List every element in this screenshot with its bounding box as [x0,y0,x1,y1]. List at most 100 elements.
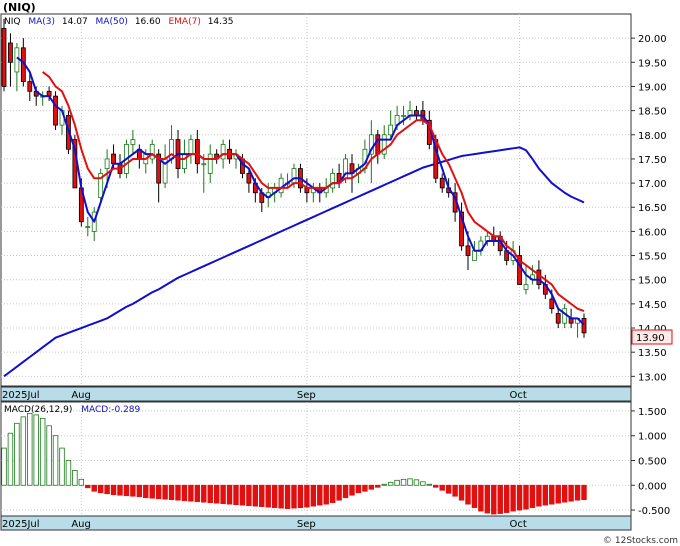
price-legend: NIQ MA(3) 14.07 MA(50) 16.60 EMA(7) 14.3… [4,17,233,27]
candle-up [330,173,336,189]
macd-y-tick-label: 1.000 [638,432,667,443]
candle-up [182,153,187,169]
legend-ema7-label: EMA(7) [168,17,200,27]
candle-up [188,139,194,155]
price-y-tick-label: 13.50 [638,348,667,359]
macd-bar-positive [52,435,59,486]
macd-y-axis: 1.500 1.000 0.500 0.000 -0.500 [631,407,670,517]
symbol-title: (NIQ) [3,1,36,14]
candle-down [549,298,555,310]
macd-bar-negative [110,484,117,496]
macd-bar-negative [194,484,201,503]
price-x-tick-label: Aug [71,390,91,401]
candle-down [1,28,7,87]
macd-bar-negative [213,484,220,504]
macd-bar-negative [136,484,143,498]
macd-bar-negative [349,484,355,496]
candle-down [375,134,381,155]
macd-legend-value: MACD:-0.289 [81,405,140,415]
macd-bar-negative [503,484,510,513]
macd-bar-negative [265,484,271,508]
macd-bar-negative [523,484,529,510]
candle-up [207,153,213,174]
macd-bar-positive [420,481,426,486]
candle-down [111,153,116,165]
macd-bar-negative [104,484,110,495]
macd-bar-negative [310,484,317,507]
macd-bar-positive [65,460,72,486]
stock-chart: 20.00 19.50 19.00 18.50 18.00 17.50 17.00 16.50… [0,1,678,546]
macd-bar-negative [568,484,574,502]
candle-down [581,317,587,334]
candle-up [149,144,155,160]
price-y-tick-label: 15.50 [638,252,667,263]
macd-bar-negative [329,484,336,504]
macd-bar-negative [471,484,478,508]
macd-bar-positive [33,414,39,486]
last-price-tag: 13.90 [636,333,665,344]
candle-up [85,226,91,228]
macd-x-tick-label: Oct [510,519,527,530]
macd-bar-negative [168,484,175,501]
macd-bar-negative [239,484,246,506]
macd-bar-negative [181,484,188,502]
macd-bar-negative [155,484,162,500]
macd-bar-negative [297,484,304,508]
candle-down [8,42,13,63]
candle-up [291,168,297,184]
macd-bar-negative [342,484,349,499]
macd-bar-negative [555,484,561,504]
macd-bar-negative [465,484,471,505]
macd-bar-negative [226,484,233,505]
macd-y-tick-label: 0.000 [638,481,667,492]
candle-up [130,139,136,145]
macd-bar-positive [413,479,420,486]
legend-ema7-value: 14.35 [208,17,234,27]
macd-bar-negative [233,484,239,505]
macd-y-tick-label: -0.500 [638,506,670,517]
macd-bar-negative [491,484,497,515]
macd-y-tick-label: 1.500 [638,407,667,418]
macd-bar-negative [368,484,375,490]
macd-bar-negative [561,484,568,503]
macd-bar-negative [188,484,194,502]
candle-up [220,144,226,160]
macd-legend-label: MACD(26,12,9) [4,405,72,415]
macd-bar-negative [85,484,91,489]
macd-bar-negative [97,484,104,494]
candle-up [201,163,207,166]
price-y-tick-label: 18.00 [638,131,667,142]
macd-legend: MACD(26,12,9) MACD:-0.289 [4,405,141,415]
macd-bar-negative [574,484,581,501]
candle-down [194,139,200,165]
macd-bar-negative [542,484,549,506]
price-y-tick-label: 20.00 [638,34,667,45]
price-x-tick-label: Sep [297,390,316,401]
macd-bar-negative [220,484,226,505]
macd-bar-negative [536,484,542,507]
macd-bar-negative [445,484,452,494]
macd-x-tick-label: 2025Jul [2,519,40,530]
macd-bar-negative [323,484,329,505]
macd-bar-negative [581,484,587,500]
macd-bar-positive [39,417,46,486]
macd-bar-negative [246,484,252,506]
candle-down [246,173,252,184]
macd-bar-positive [78,478,85,486]
legend-ma3-label: MA(3) [28,17,55,27]
macd-bar-negative [529,484,536,508]
macd-bar-negative [510,484,516,512]
candle-down [536,269,542,285]
macd-bar-negative [123,484,130,497]
candle-up [388,124,394,136]
macd-bar-negative [478,484,484,512]
candle-down [27,81,33,92]
macd-bar-negative [175,484,181,501]
candle-down [53,95,58,126]
price-y-tick-label: 18.50 [638,107,667,118]
price-y-tick-label: 15.00 [638,276,667,287]
macd-bar-positive [394,479,400,486]
legend-ma3-value: 14.07 [62,17,88,27]
candle-up [472,250,477,261]
macd-bar-negative [149,484,155,499]
